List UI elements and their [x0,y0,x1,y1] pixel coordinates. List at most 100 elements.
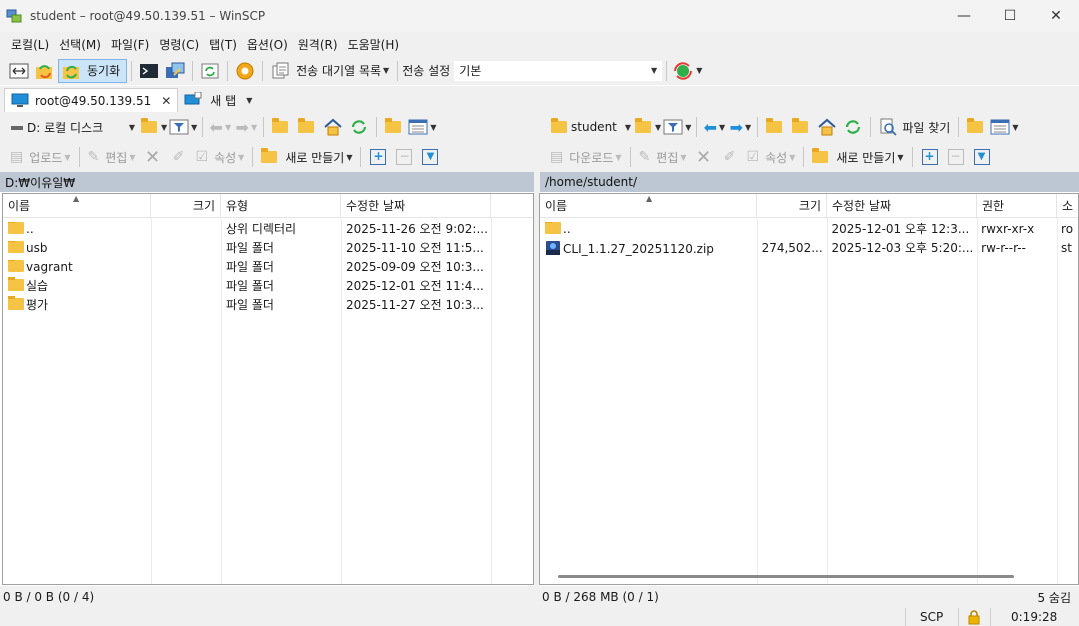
remote-delete-button[interactable]: ✕ [692,145,716,169]
local-home-button[interactable] [321,115,345,139]
refresh-session-button[interactable] [198,59,222,83]
tab-new[interactable]: 새 탭 ▼ [178,88,258,112]
download-button[interactable]: ▤ 다운로드 ▼ [547,145,625,169]
remote-select-plus-button[interactable]: + [918,145,942,169]
remote-open-dir-button[interactable]: ▼ [635,115,661,139]
chevron-down-icon: ▼ [655,122,662,132]
remote-new-button[interactable]: 새로 만들기 ▼ [809,145,906,169]
close-button[interactable]: ✕ [1033,0,1079,32]
local-properties-button[interactable]: ☑ 속성 ▼ [193,145,248,169]
auto-reconnect-button[interactable]: ▼ [672,59,702,83]
remote-back-button[interactable]: ⬅ ▼ [702,115,726,139]
filter-icon [663,119,683,135]
remote-home-button[interactable] [815,115,839,139]
file-modified: 2025-12-01 오전 11:4... [346,279,484,293]
col-type[interactable]: 유형 [221,194,341,218]
table-row[interactable]: .. 상위 디렉터리 2025-11-26 오전 9:02:... [3,219,533,238]
putty-button[interactable] [163,59,187,83]
col-rights[interactable]: 권한 [977,194,1057,218]
transfer-preset-select[interactable]: 기본 ▼ [454,60,663,81]
winscp-app-icon [6,8,22,24]
queue-icon [272,62,289,78]
lock-icon[interactable] [966,609,982,626]
local-delete-button[interactable]: ✕ [141,145,165,169]
menu-options[interactable]: 옵션(O) [242,36,293,53]
find-files-button[interactable]: 파일 찾기 [876,115,953,139]
new-session-icon [184,92,202,105]
local-back-button[interactable]: ⬅ ▼ [208,115,232,139]
preferences-button[interactable] [233,59,257,83]
remote-properties-button[interactable]: ☑ 속성 ▼ [744,145,799,169]
table-row[interactable]: .. 2025-12-01 오후 12:3... rwxr-xr-x ro [540,219,1078,238]
remote-dir-select[interactable]: student ▼ [549,115,633,139]
upload-label: 업로드 [29,150,63,165]
local-rename-button[interactable]: ✐ [167,145,191,169]
remote-horizontal-scrollbar[interactable] [558,575,1014,578]
local-parent-dir-button[interactable] [269,115,293,139]
menu-help[interactable]: 도움말(H) [343,36,405,53]
folder-icon [551,118,567,133]
menu-select[interactable]: 선택(M) [54,36,106,53]
tab-session[interactable]: root@49.50.139.51 ✕ [4,88,179,112]
table-row[interactable]: 평가 파일 폴더 2025-11-27 오전 10:3... [3,295,533,314]
open-terminal-button[interactable] [137,59,161,83]
local-refresh-button[interactable] [347,115,371,139]
col-size[interactable]: 크기 [757,194,827,218]
maximize-button[interactable]: ☐ [987,0,1033,32]
local-forward-button[interactable]: ➡ ▼ [234,115,258,139]
menu-remote[interactable]: 원격(R) [293,36,343,53]
local-view-button[interactable]: ▼ [408,115,436,139]
local-edit-button[interactable]: ✎ 편집 ▼ [85,145,139,169]
tab-close-icon[interactable]: ✕ [161,94,171,108]
local-path-bar[interactable]: D:₩이유일₩ [0,172,534,192]
menu-file[interactable]: 파일(F) [106,36,154,53]
sync-browse-button[interactable] [33,59,57,83]
local-filter-button[interactable]: ▼ [169,115,197,139]
local-select-minus-button[interactable]: − [392,145,416,169]
local-select-plus-button[interactable]: + [366,145,390,169]
local-filter-select-button[interactable]: ▼ [418,145,442,169]
remote-filter-select-button[interactable]: ▼ [970,145,994,169]
toolbar-separator [192,60,194,81]
remote-rename-button[interactable]: ✐ [718,145,742,169]
table-row[interactable]: CLI_1.1.27_20251120.zip 274,502... 2025-… [540,238,1078,257]
remote-root-dir-button[interactable] [789,115,813,139]
menu-command[interactable]: 명령(C) [154,36,204,53]
edit-icon: ✎ [638,149,651,165]
compare-dirs-button[interactable] [7,59,31,83]
remote-tree-button[interactable] [964,115,988,139]
col-size[interactable]: 크기 [151,194,221,218]
menu-tab[interactable]: 탭(T) [204,36,242,53]
toolbar-separator [263,117,265,137]
col-modified[interactable]: 수정한 날짜 [827,194,977,218]
delete-icon: ✕ [696,146,712,168]
local-new-button[interactable]: 새로 만들기 ▼ [258,145,355,169]
local-tree-button[interactable] [382,115,406,139]
remote-refresh-button[interactable] [841,115,865,139]
minimize-button[interactable]: — [941,0,987,32]
table-row[interactable]: vagrant 파일 폴더 2025-09-09 오전 10:3... [3,257,533,276]
remote-parent-dir-button[interactable] [763,115,787,139]
local-open-dir-button[interactable]: ▼ [141,115,167,139]
menu-local[interactable]: 로컬(L) [6,36,54,53]
globe-sync-icon [674,61,693,80]
upload-button[interactable]: ▤ 업로드 ▼ [7,145,74,169]
remote-file-list[interactable]: 이름 크기 수정한 날짜 권한 소 ▲ .. 2025-12-01 오후 12:… [539,193,1079,585]
table-row[interactable]: 실습 파일 폴더 2025-12-01 오전 11:4... [3,276,533,295]
col-modified[interactable]: 수정한 날짜 [341,194,491,218]
table-row[interactable]: usb 파일 폴더 2025-11-10 오전 11:5... [3,238,533,257]
synchronize-button[interactable]: 동기화 [58,58,128,83]
remote-view-button[interactable]: ▼ [990,115,1018,139]
local-root-dir-button[interactable] [295,115,319,139]
remote-filter-button[interactable]: ▼ [663,115,691,139]
col-owner[interactable]: 소 [1057,194,1078,218]
local-drive-select[interactable]: D: 로컬 디스크 ▼ [6,117,140,137]
toolbar-separator [958,117,960,137]
remote-forward-button[interactable]: ➡ ▼ [728,115,752,139]
remote-edit-button[interactable]: ✎ 편집 ▼ [636,145,690,169]
remote-select-minus-button[interactable]: − [944,145,968,169]
hidden-files-count[interactable]: 5 숨김 [1037,589,1071,606]
queue-list-button[interactable]: 전송 대기열 목록 ▼ [268,59,392,83]
remote-path-bar[interactable]: /home/student/ [540,172,1079,192]
local-file-list[interactable]: 이름 크기 유형 수정한 날짜 ▲ .. 상위 디렉터리 2025-11-26 … [2,193,534,585]
